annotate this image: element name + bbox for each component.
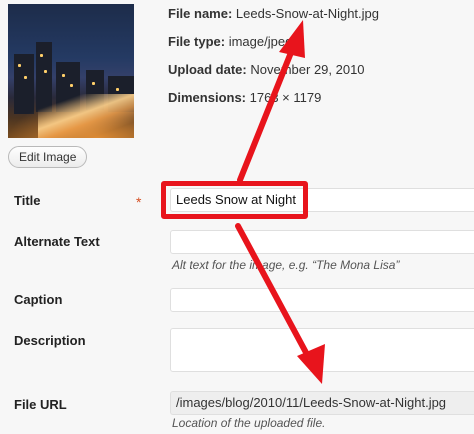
file-type-row: File type: image/jpeg (168, 34, 292, 49)
alt-text-label: Alternate Text (14, 234, 100, 249)
dimensions-value: 1763 × 1179 (249, 90, 322, 105)
file-url-label: File URL (14, 397, 67, 412)
file-name-row: File name: Leeds-Snow-at-Night.jpg (168, 6, 379, 21)
file-type-label: File type: (168, 34, 226, 49)
alt-text-help: Alt text for the image, e.g. “The Mona L… (172, 258, 400, 272)
description-label: Description (14, 333, 86, 348)
caption-input[interactable] (170, 288, 474, 312)
file-name-label: File name: (168, 6, 233, 21)
upload-date-row: Upload date: November 29, 2010 (168, 62, 365, 77)
upload-date-label: Upload date: (168, 62, 247, 77)
file-type-value: image/jpeg (228, 34, 293, 49)
alt-text-input[interactable] (170, 230, 474, 254)
file-url-help: Location of the uploaded file. (172, 416, 326, 430)
upload-date-value: November 29, 2010 (250, 62, 365, 77)
image-thumbnail (8, 4, 134, 138)
edit-image-button[interactable]: Edit Image (8, 146, 88, 168)
dimensions-row: Dimensions: 1763 × 1179 (168, 90, 321, 105)
title-highlight-box (161, 181, 308, 219)
file-url-input[interactable]: /images/blog/2010/11/Leeds-Snow-at-Night… (170, 391, 474, 415)
dimensions-label: Dimensions: (168, 90, 247, 105)
required-marker: * (136, 194, 142, 210)
caption-label: Caption (14, 292, 63, 307)
file-name-value: Leeds-Snow-at-Night.jpg (235, 6, 379, 21)
title-label: Title (14, 193, 41, 208)
description-textarea[interactable] (170, 328, 474, 372)
